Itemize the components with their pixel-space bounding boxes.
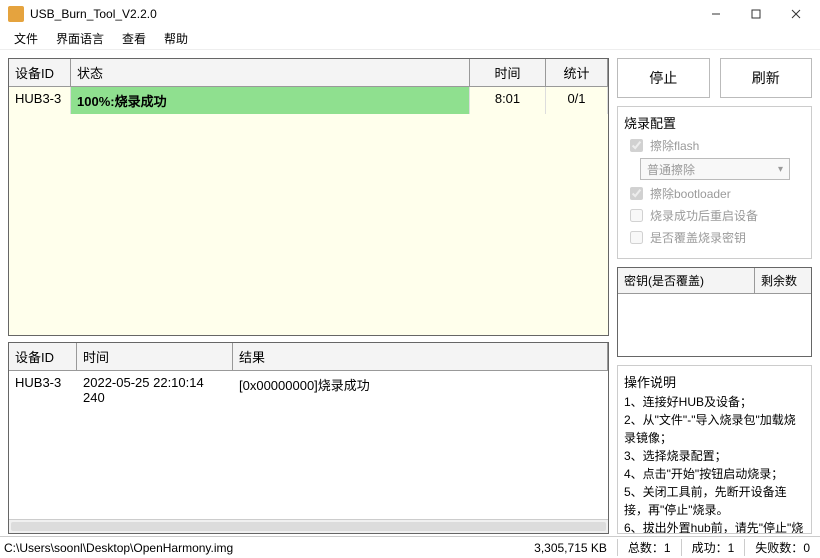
opt-reboot-after[interactable]: 烧录成功后重启设备 xyxy=(626,206,805,225)
instr-line-4: 4、点击"开始"按钮启动烧录； xyxy=(624,465,805,483)
device-row[interactable]: HUB3-3 100%:烧录成功 8:01 0/1 xyxy=(9,87,608,115)
menu-file[interactable]: 文件 xyxy=(6,28,46,49)
log-scrollbar[interactable] xyxy=(9,519,608,533)
menu-view[interactable]: 查看 xyxy=(114,28,154,49)
key-col-overwrite[interactable]: 密钥(是否覆盖) xyxy=(618,268,755,293)
title-bar: USB_Burn_Tool_V2.2.0 xyxy=(0,0,820,28)
device-table-header: 设备ID 状态 时间 统计 xyxy=(9,59,608,87)
right-column: 停止 刷新 烧录配置 擦除flash 普通擦除▾ 擦除bootloader 烧录… xyxy=(617,58,812,534)
erase-mode-select[interactable]: 普通擦除▾ xyxy=(640,158,790,180)
col-stat[interactable]: 统计 xyxy=(546,59,608,86)
menu-help[interactable]: 帮助 xyxy=(156,28,196,49)
key-table-header: 密钥(是否覆盖) 剩余数 xyxy=(618,268,811,294)
instr-line-1: 1、连接好HUB及设备； xyxy=(624,393,805,411)
window-title: USB_Burn_Tool_V2.2.0 xyxy=(30,7,696,21)
minimize-button[interactable] xyxy=(696,1,736,27)
button-row: 停止 刷新 xyxy=(617,58,812,98)
chk-erase-flash[interactable] xyxy=(630,139,643,152)
log-cell-id: HUB3-3 xyxy=(9,371,77,409)
cell-status: 100%:烧录成功 xyxy=(71,87,470,114)
log-cell-result: [0x00000000]烧录成功 xyxy=(233,371,608,409)
instr-line-3: 3、选择烧录配置； xyxy=(624,447,805,465)
left-column: 设备ID 状态 时间 统计 HUB3-3 100%:烧录成功 8:01 0/1 … xyxy=(8,58,609,534)
instr-line-6: 6、拔出外置hub前，请先"停止"烧录并关闭工具。 xyxy=(624,519,805,534)
col-time[interactable]: 时间 xyxy=(470,59,546,86)
col-status[interactable]: 状态 xyxy=(71,59,470,86)
instr-line-2: 2、从"文件"-"导入烧录包"加载烧录镜像； xyxy=(624,411,805,447)
stop-button[interactable]: 停止 xyxy=(617,58,710,98)
key-table: 密钥(是否覆盖) 剩余数 xyxy=(617,267,812,357)
chk-reboot-after[interactable] xyxy=(630,209,643,222)
status-success: 成功：1 xyxy=(681,539,745,556)
maximize-button[interactable] xyxy=(736,1,776,27)
log-table-header: 设备ID 时间 结果 xyxy=(9,343,608,371)
opt-overwrite-key[interactable]: 是否覆盖烧录密钥 xyxy=(626,228,805,247)
instr-line-5: 5、关闭工具前，先断开设备连接，再"停止"烧录。 xyxy=(624,483,805,519)
chk-overwrite-key[interactable] xyxy=(630,231,643,244)
log-col-time[interactable]: 时间 xyxy=(77,343,233,370)
key-col-remain[interactable]: 剩余数 xyxy=(755,268,811,293)
menu-language[interactable]: 界面语言 xyxy=(48,28,112,49)
status-size: 3,305,715 KB xyxy=(497,541,617,555)
opt-erase-bootloader[interactable]: 擦除bootloader xyxy=(626,184,805,203)
app-icon xyxy=(8,6,24,22)
cell-device-id: HUB3-3 xyxy=(9,87,71,114)
col-device-id[interactable]: 设备ID xyxy=(9,59,71,86)
burn-config-group: 烧录配置 擦除flash 普通擦除▾ 擦除bootloader 烧录成功后重启设… xyxy=(617,106,812,259)
log-cell-time: 2022-05-25 22:10:14 240 xyxy=(77,371,233,409)
log-row[interactable]: HUB3-3 2022-05-25 22:10:14 240 [0x000000… xyxy=(9,371,608,409)
status-bar: C:\Users\soonl\Desktop\OpenHarmony.img 3… xyxy=(0,536,820,558)
chk-erase-bootloader[interactable] xyxy=(630,187,643,200)
log-table: 设备ID 时间 结果 HUB3-3 2022-05-25 22:10:14 24… xyxy=(8,342,609,534)
device-table: 设备ID 状态 时间 统计 HUB3-3 100%:烧录成功 8:01 0/1 xyxy=(8,58,609,336)
close-button[interactable] xyxy=(776,1,816,27)
opt-erase-flash[interactable]: 擦除flash xyxy=(626,136,805,155)
main-area: 设备ID 状态 时间 统计 HUB3-3 100%:烧录成功 8:01 0/1 … xyxy=(0,50,820,536)
refresh-button[interactable]: 刷新 xyxy=(720,58,813,98)
status-total: 总数：1 xyxy=(617,539,681,556)
cell-stat: 0/1 xyxy=(546,87,608,114)
cell-time: 8:01 xyxy=(470,87,546,114)
log-col-id[interactable]: 设备ID xyxy=(9,343,77,370)
burn-config-title: 烧录配置 xyxy=(624,113,805,132)
status-path: C:\Users\soonl\Desktop\OpenHarmony.img xyxy=(0,541,497,555)
instructions-panel: 操作说明 1、连接好HUB及设备； 2、从"文件"-"导入烧录包"加载烧录镜像；… xyxy=(617,365,812,534)
instructions-title: 操作说明 xyxy=(624,372,805,391)
menu-bar: 文件 界面语言 查看 帮助 xyxy=(0,28,820,50)
chevron-down-icon: ▾ xyxy=(778,164,783,175)
status-fail: 失败数：0 xyxy=(744,539,820,556)
log-col-result[interactable]: 结果 xyxy=(233,343,608,370)
